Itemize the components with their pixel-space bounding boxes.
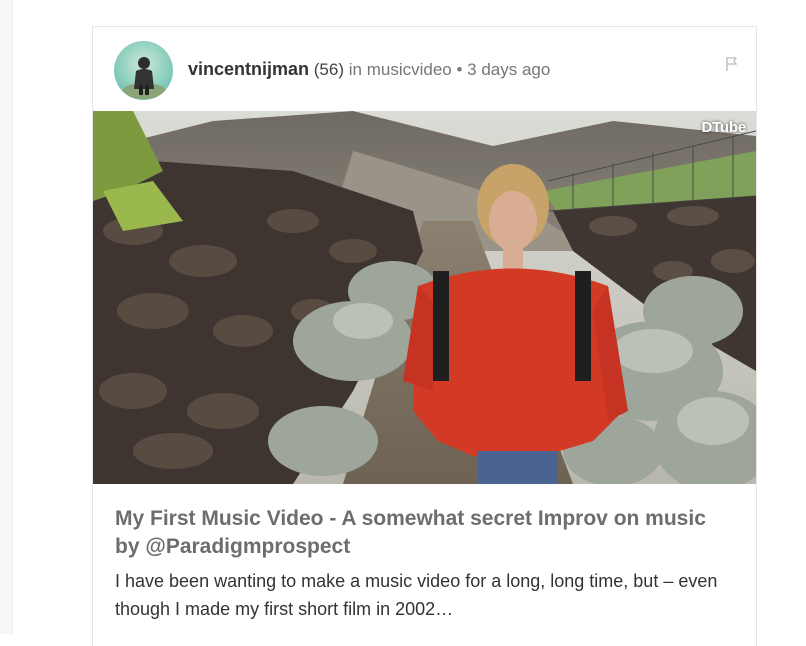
post-header: vincentnijman (56) in musicvideo • 3 day… [93, 27, 756, 111]
in-label: in [348, 60, 362, 79]
video-thumbnail[interactable]: DTube [93, 111, 756, 484]
avatar[interactable] [114, 41, 173, 100]
left-divider [0, 0, 13, 634]
post-timestamp[interactable]: 3 days ago [467, 60, 550, 79]
post-meta: vincentnijman (56) in musicvideo • 3 day… [188, 59, 550, 80]
author-link[interactable]: vincentnijman [188, 59, 309, 79]
post-title[interactable]: My First Music Video - A somewhat secret… [115, 505, 735, 561]
flag-icon[interactable] [724, 55, 740, 73]
meta-separator: • [456, 60, 463, 79]
author-reputation: (56) [313, 60, 344, 79]
post-summary[interactable]: I have been wanting to make a music vide… [115, 567, 740, 623]
dtube-logo-icon: DTube [701, 119, 746, 136]
category-link[interactable]: musicvideo [367, 60, 452, 79]
post-card: vincentnijman (56) in musicvideo • 3 day… [92, 26, 757, 646]
